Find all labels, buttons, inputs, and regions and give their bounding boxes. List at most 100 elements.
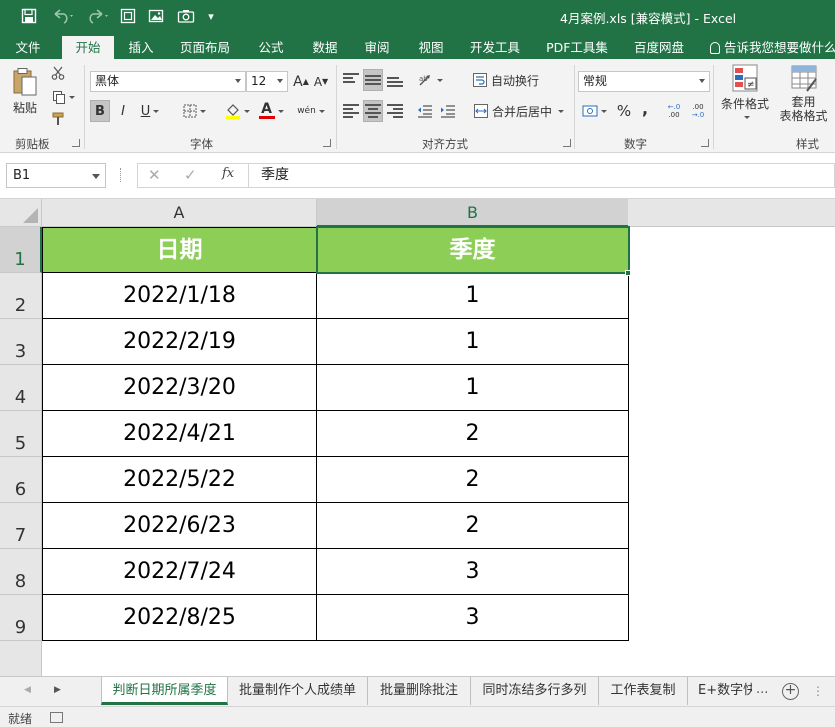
percent-button[interactable]: % — [614, 100, 634, 122]
tab-developer[interactable]: 开发工具 — [462, 36, 528, 59]
cell-a4[interactable]: 2022/3/20 — [42, 365, 317, 411]
orientation-button[interactable]: ab — [415, 69, 445, 91]
conditional-format-button[interactable]: ≠ 条件格式 — [718, 63, 772, 131]
cell-a1[interactable]: 日期 — [42, 227, 317, 273]
cell-a6[interactable]: 2022/5/22 — [42, 457, 317, 503]
bold-button[interactable]: B — [90, 100, 110, 122]
cell-b5[interactable]: 2 — [317, 411, 629, 457]
tab-home[interactable]: 开始 — [62, 36, 114, 59]
cell-b9[interactable]: 3 — [317, 595, 629, 641]
cell-b7[interactable]: 2 — [317, 503, 629, 549]
customize-icon[interactable]: ▾ — [204, 4, 218, 28]
paste-button[interactable]: 粘贴 — [8, 63, 42, 119]
sheet-tab-copy-sheet[interactable]: 工作表复制 — [599, 677, 688, 705]
row-header-7[interactable]: 7 — [0, 503, 42, 549]
accounting-format-button[interactable] — [578, 100, 610, 122]
split-handle-icon[interactable]: ⋮ — [812, 684, 824, 698]
formula-input[interactable]: 季度 — [249, 163, 835, 188]
picture-icon[interactable] — [146, 4, 166, 28]
cell-b2[interactable]: 1 — [317, 273, 629, 319]
save-icon[interactable] — [18, 4, 40, 28]
font-color-button[interactable]: A — [256, 100, 286, 122]
decrease-indent-button[interactable] — [415, 100, 435, 122]
row-header-9[interactable]: 9 — [0, 595, 42, 641]
name-box[interactable]: B1 — [6, 163, 106, 188]
tab-baidu-netdisk[interactable]: 百度网盘 — [626, 36, 692, 59]
insert-function-icon[interactable]: fx — [222, 166, 234, 181]
tab-data[interactable]: 数据 — [304, 36, 346, 59]
tab-review[interactable]: 审阅 — [356, 36, 398, 59]
merge-center-button[interactable]: 合并后居中 — [470, 100, 568, 122]
font-size-combo[interactable]: 12 — [246, 71, 288, 92]
cell-a3[interactable]: 2022/2/19 — [42, 319, 317, 365]
sheet-tab-report-cards[interactable]: 批量制作个人成绩单 — [228, 677, 368, 705]
add-sheet-button[interactable]: + — [782, 683, 799, 700]
row-header-1[interactable]: 1 — [0, 227, 42, 273]
align-top-button[interactable] — [341, 69, 361, 91]
tab-pdf-tools[interactable]: PDF工具集 — [540, 36, 614, 59]
number-format-combo[interactable]: 常规 — [578, 71, 710, 92]
tab-formulas[interactable]: 公式 — [250, 36, 292, 59]
copy-icon[interactable] — [48, 87, 78, 107]
format-painter-icon[interactable] — [48, 109, 68, 129]
macro-record-icon[interactable] — [50, 712, 63, 723]
select-all-button[interactable] — [0, 199, 42, 227]
redo-icon[interactable] — [84, 4, 112, 28]
number-launcher[interactable] — [701, 139, 709, 147]
cell-b1[interactable]: 季度 — [317, 227, 629, 273]
cancel-icon[interactable]: ✕ — [148, 166, 161, 184]
row-header-2[interactable]: 2 — [0, 273, 42, 319]
cell-b6[interactable]: 2 — [317, 457, 629, 503]
camera-icon[interactable] — [176, 4, 196, 28]
increase-indent-button[interactable] — [438, 100, 458, 122]
align-middle-button[interactable] — [363, 69, 383, 91]
row-header-3[interactable]: 3 — [0, 319, 42, 365]
italic-button[interactable]: I — [114, 100, 132, 122]
format-as-table-button[interactable]: 套用 表格格式 — [772, 63, 835, 131]
sheet-tab-delete-comments[interactable]: 批量删除批注 — [368, 677, 471, 705]
sheet-nav-prev-icon[interactable]: ◀ — [24, 685, 31, 695]
cell-b4[interactable]: 1 — [317, 365, 629, 411]
cell-a9[interactable]: 2022/8/25 — [42, 595, 317, 641]
cell-b8[interactable]: 3 — [317, 549, 629, 595]
comma-button[interactable]: , — [638, 97, 652, 119]
sheet-tab-freeze-panes[interactable]: 同时冻结多行多列 — [471, 677, 599, 705]
screenshot-icon[interactable] — [118, 4, 138, 28]
fill-color-button[interactable] — [222, 100, 252, 122]
tab-insert[interactable]: 插入 — [120, 36, 162, 59]
clipboard-launcher[interactable] — [72, 139, 80, 147]
sheet-tab-quarter[interactable]: 判断日期所属季度 — [101, 677, 228, 705]
cell-a7[interactable]: 2022/6/23 — [42, 503, 317, 549]
cell-b3[interactable]: 1 — [317, 319, 629, 365]
alignment-launcher[interactable] — [563, 139, 571, 147]
align-center-button[interactable] — [363, 100, 383, 122]
increase-decimal-button[interactable]: ←.0.00 — [664, 100, 684, 122]
sheet-tabs-overflow[interactable]: ... — [756, 682, 768, 697]
align-right-button[interactable] — [385, 100, 405, 122]
cell-a5[interactable]: 2022/4/21 — [42, 411, 317, 457]
decrease-decimal-button[interactable]: .00 →.0 — [688, 100, 708, 122]
row-header-6[interactable]: 6 — [0, 457, 42, 503]
enter-icon[interactable]: ✓ — [184, 166, 197, 184]
font-name-combo[interactable]: 黑体 — [90, 71, 246, 92]
shrink-font-button[interactable]: A ▼ — [312, 71, 330, 92]
sheet-nav-next-icon[interactable]: ▶ — [54, 685, 61, 695]
align-bottom-button[interactable] — [385, 69, 405, 91]
align-left-button[interactable] — [341, 100, 361, 122]
tab-file[interactable]: 文件 — [4, 36, 52, 59]
row-header-4[interactable]: 4 — [0, 365, 42, 411]
tell-me-search[interactable]: 告诉我您想要做什么 — [706, 36, 835, 59]
tab-view[interactable]: 视图 — [410, 36, 452, 59]
undo-icon[interactable] — [48, 4, 78, 28]
sheet-tab-e-number[interactable]: E+数字快... — [688, 677, 752, 705]
row-header-5[interactable]: 5 — [0, 411, 42, 457]
font-launcher[interactable] — [323, 139, 331, 147]
column-header-a[interactable]: A — [42, 199, 317, 227]
borders-button[interactable] — [178, 100, 210, 122]
fill-handle[interactable] — [625, 270, 631, 276]
wrap-text-button[interactable]: 自动换行 — [470, 69, 542, 91]
column-header-b[interactable]: B — [317, 199, 629, 227]
cell-a8[interactable]: 2022/7/24 — [42, 549, 317, 595]
row-header-8[interactable]: 8 — [0, 549, 42, 595]
phonetic-button[interactable]: wén — [296, 100, 326, 122]
